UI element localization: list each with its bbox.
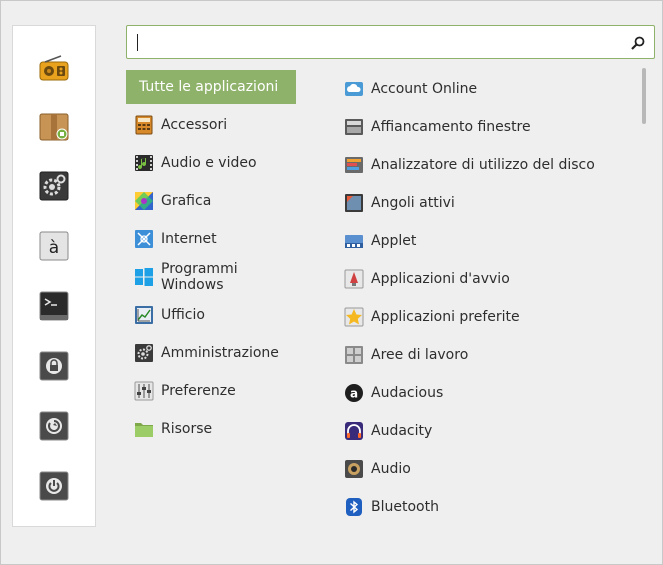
category-list: Tutte le applicazioni Accessori Audio e …: [126, 70, 296, 448]
app-item-online-accounts[interactable]: Account Online: [336, 70, 636, 108]
lock-screen-icon[interactable]: [38, 350, 70, 382]
app-item-disk-usage[interactable]: Analizzatore di utilizzo del disco: [336, 146, 636, 184]
category-resources[interactable]: Risorse: [126, 410, 296, 448]
accessories-icon: [135, 115, 153, 135]
app-label: Account Online: [371, 81, 478, 97]
multimedia-icon: [135, 155, 153, 171]
app-item-applets[interactable]: Applet: [336, 222, 636, 260]
app-item-preferred-apps[interactable]: Applicazioni preferite: [336, 298, 636, 336]
logout-icon[interactable]: [38, 410, 70, 442]
category-audio-video[interactable]: Audio e video: [126, 144, 296, 182]
app-label: Angoli attivi: [371, 195, 455, 211]
application-list: Account Online Affiancamento finestre An…: [336, 70, 636, 526]
app-item-sound[interactable]: Audio: [336, 450, 636, 488]
category-windows-programs[interactable]: Programmi Windows: [126, 258, 296, 296]
category-office[interactable]: Ufficio: [126, 296, 296, 334]
windows-icon: [135, 268, 153, 286]
category-label: Audio e video: [161, 155, 257, 171]
app-label: Bluetooth: [371, 499, 439, 515]
category-label: Ufficio: [161, 307, 205, 323]
preferred-apps-icon: [344, 307, 364, 327]
app-label: Audio: [371, 461, 411, 477]
category-internet[interactable]: Internet: [126, 220, 296, 258]
office-icon: [135, 306, 153, 324]
app-item-bluetooth[interactable]: Bluetooth: [336, 488, 636, 526]
application-menu: à Tutte le applicazioni Accessori Audio …: [0, 0, 663, 565]
app-item-audacious[interactable]: a Audacious: [336, 374, 636, 412]
category-label: Amministrazione: [161, 345, 279, 361]
audacity-icon: [345, 422, 363, 440]
category-label: Preferenze: [161, 383, 236, 399]
category-preferences[interactable]: Preferenze: [126, 372, 296, 410]
app-item-window-tiling[interactable]: Affiancamento finestre: [336, 108, 636, 146]
category-administration[interactable]: Amministrazione: [126, 334, 296, 372]
character-map-icon[interactable]: à: [38, 230, 70, 262]
scrollbar[interactable]: [642, 68, 646, 124]
terminal-icon[interactable]: [38, 290, 70, 322]
radio-icon[interactable]: [38, 52, 70, 84]
preferences-icon: [134, 381, 154, 401]
applets-icon: [345, 235, 363, 248]
folder-icon: [135, 423, 153, 437]
app-label: Audacity: [371, 423, 433, 439]
category-all-applications[interactable]: Tutte le applicazioni: [126, 70, 296, 104]
svg-text:à: à: [49, 238, 59, 258]
hot-corners-icon: [345, 194, 363, 212]
workspaces-icon: [345, 346, 363, 364]
category-label: Programmi Windows: [161, 261, 238, 293]
category-label: Accessori: [161, 117, 228, 133]
app-item-audacity[interactable]: Audacity: [336, 412, 636, 450]
app-item-hot-corners[interactable]: Angoli attivi: [336, 184, 636, 222]
app-item-workspaces[interactable]: Aree di lavoro: [336, 336, 636, 374]
text-cursor: [137, 34, 138, 51]
category-graphics[interactable]: Grafica: [126, 182, 296, 220]
category-label: Grafica: [161, 193, 212, 209]
app-label: Applicazioni d'avvio: [371, 271, 510, 287]
app-label: Audacious: [371, 385, 444, 401]
app-label: Affiancamento finestre: [371, 119, 531, 135]
administration-icon: [135, 344, 153, 362]
shutdown-icon[interactable]: [38, 470, 70, 502]
window-tiling-icon: [345, 119, 363, 135]
bluetooth-icon: [346, 498, 362, 516]
audacious-icon: a: [345, 384, 363, 402]
app-label: Applicazioni preferite: [371, 309, 520, 325]
app-item-startup-apps[interactable]: Applicazioni d'avvio: [336, 260, 636, 298]
category-label: Risorse: [161, 421, 213, 437]
search-icon[interactable]: [631, 36, 645, 50]
disk-usage-icon: [345, 157, 363, 173]
category-label: Internet: [161, 231, 217, 247]
graphics-icon: [135, 192, 153, 210]
internet-icon: [135, 230, 153, 248]
search-box[interactable]: [126, 25, 655, 59]
sound-icon: [345, 460, 363, 478]
favorites-sidebar: à: [12, 25, 96, 527]
app-label: Applet: [371, 233, 417, 249]
package-manager-icon[interactable]: [38, 110, 70, 142]
app-label: Analizzatore di utilizzo del disco: [371, 157, 595, 173]
app-label: Aree di lavoro: [371, 347, 469, 363]
online-accounts-icon: [345, 82, 363, 96]
startup-apps-icon: [344, 269, 364, 289]
category-accessories[interactable]: Accessori: [126, 106, 296, 144]
svg-text:a: a: [350, 387, 358, 401]
search-input[interactable]: [141, 30, 621, 54]
system-settings-icon[interactable]: [38, 170, 70, 202]
category-label: Tutte le applicazioni: [139, 79, 279, 95]
